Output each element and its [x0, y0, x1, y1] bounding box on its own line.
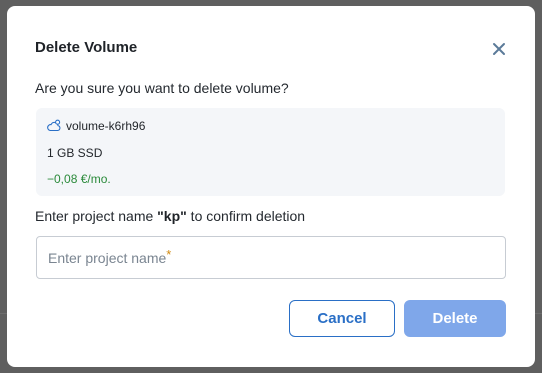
confirm-prefix: Enter project name — [35, 208, 158, 224]
project-name-input[interactable] — [37, 237, 505, 278]
delete-button[interactable]: Delete — [404, 300, 506, 337]
dialog-title: Delete Volume — [35, 39, 138, 56]
project-name-field: Enter project name* — [36, 236, 506, 279]
close-icon[interactable] — [490, 40, 508, 58]
volume-info-box: volume-k6rh96 1 GB SSD −0,08 €/mo. — [36, 108, 505, 196]
confirm-suffix: to confirm deletion — [186, 208, 306, 224]
delete-volume-dialog: Delete Volume Are you sure you want to d… — [7, 6, 535, 367]
cancel-button[interactable]: Cancel — [289, 300, 395, 337]
volume-cloud-icon — [47, 119, 61, 132]
volume-name-row: volume-k6rh96 — [47, 119, 145, 133]
volume-price: −0,08 €/mo. — [47, 172, 111, 186]
confirmation-question: Are you sure you want to delete volume? — [35, 80, 289, 96]
volume-name: volume-k6rh96 — [66, 119, 146, 133]
volume-size: 1 GB SSD — [47, 146, 103, 160]
project-name-highlight: "kp" — [157, 208, 187, 224]
confirm-instruction: Enter project name "kp" to confirm delet… — [35, 208, 305, 225]
